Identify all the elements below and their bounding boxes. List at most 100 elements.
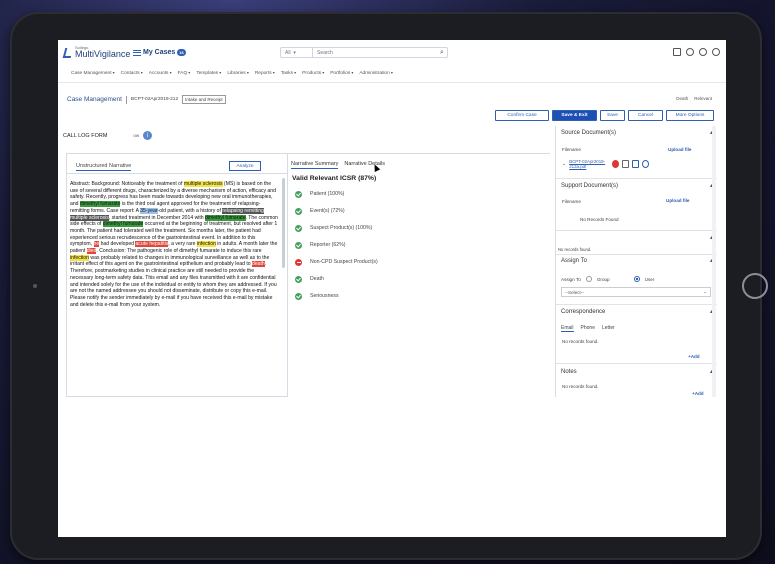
source-file-link[interactable]: BCPT-02Apr2019-212a.pdf (569, 159, 609, 169)
no-records-text: No records found. (562, 384, 599, 389)
no-records-text: No records found. (558, 247, 592, 252)
entity-highlight: dimethyl fumarate (102, 221, 144, 228)
case-status-badge: Intake and Receipt (182, 95, 226, 104)
narrative-summary-panel: Narrative Summary Narrative Details Vali… (288, 153, 550, 397)
correspondence-title[interactable]: Correspondence (561, 309, 605, 315)
tab-letter[interactable]: Letter (602, 325, 615, 332)
menu-portfolios[interactable]: Portfolios (330, 70, 353, 76)
check-circle-icon (295, 224, 302, 232)
assignee-select[interactable]: --Select-- ⌄ (561, 287, 711, 297)
more-options-button[interactable]: More Options (666, 110, 714, 121)
right-sidebar: Source Document(s) ▴ Filename Upload fil… (555, 126, 717, 397)
analyze-button[interactable]: Analyze (229, 161, 261, 171)
assign-to-label: Assign To (561, 276, 581, 282)
narrative-text[interactable]: Abstract: Background: Noticeably the tre… (70, 181, 278, 397)
source-file-row: ⌄ BCPT-02Apr2019-212a.pdf (562, 159, 650, 169)
delete-icon[interactable] (612, 160, 620, 168)
header-divider (58, 82, 726, 83)
relevant-flag: Relevant (694, 96, 712, 101)
menu-accounts[interactable]: Accounts (149, 70, 172, 76)
chevron-down-icon: ⌄ (703, 289, 707, 294)
breadcrumb: Case Management BCPT-02Apr2019-212 Intak… (67, 95, 226, 104)
no-records-text: No records found. (562, 339, 599, 344)
menu-products[interactable]: Products (302, 70, 324, 76)
tablet-screen: Sollego MultiVigilance My Cases 16 All ▾… (58, 40, 726, 537)
narrative-scrollbar[interactable] (282, 178, 285, 268)
tab-unstructured-narrative[interactable]: Unstructured Narrative (76, 163, 132, 171)
breadcrumb-title[interactable]: Case Management (67, 96, 122, 103)
my-cases-button[interactable]: My Cases 16 (133, 49, 186, 56)
entity-highlight: dimethyl fumarate (79, 201, 121, 208)
entity-highlight: infection (70, 254, 89, 261)
tab-email[interactable]: Email (561, 325, 574, 332)
lock-icon[interactable] (632, 160, 640, 168)
gear-icon[interactable] (686, 48, 694, 56)
entity-highlight: dimethyl fumarate (205, 214, 246, 221)
search-icon[interactable]: ⌕ (437, 49, 447, 57)
confirm-case-button[interactable]: Confirm Case (495, 110, 549, 121)
save-button[interactable]: Save (600, 110, 625, 121)
search-input[interactable] (313, 49, 437, 56)
info-icon[interactable]: i (143, 131, 153, 140)
tab-phone[interactable]: Phone (581, 325, 595, 332)
menu-reports[interactable]: Reports (255, 70, 275, 76)
help-icon[interactable] (699, 48, 707, 56)
chevron-down-icon[interactable]: ⌄ (562, 161, 566, 167)
my-cases-count: 16 (177, 49, 186, 56)
notes-title[interactable]: Notes (561, 369, 577, 375)
upload-file-link[interactable]: Upload file (666, 198, 689, 203)
criteria-item: Death (295, 275, 378, 283)
group-radio[interactable] (585, 276, 592, 282)
no-records-text: No Records Found (580, 217, 619, 222)
check-circle-icon (295, 190, 302, 198)
criteria-item: Patient (100%) (295, 190, 378, 198)
add-correspondence-button[interactable]: +Add (688, 354, 700, 359)
cancel-button[interactable]: Cancel (628, 110, 663, 121)
criteria-item: Reporter (62%) (295, 241, 378, 249)
logo-name: MultiVigilance (75, 49, 131, 59)
support-documents-title[interactable]: Support Document(s) (561, 183, 618, 189)
check-circle-icon (295, 275, 302, 283)
upload-file-link[interactable]: Upload file (668, 147, 691, 152)
search-scope-select[interactable]: All ▾ (281, 48, 313, 57)
home-icon[interactable] (673, 48, 681, 56)
compass-icon[interactable] (642, 160, 650, 168)
source-documents-title[interactable]: Source Document(s) (561, 130, 616, 136)
check-circle-icon (295, 292, 302, 300)
add-note-button[interactable]: +Add (692, 391, 704, 396)
action-toolbar: Confirm Case Save & Exit Save Cancel Mor… (495, 110, 714, 121)
document-icon[interactable] (622, 160, 630, 168)
menu-libraries[interactable]: Libraries (227, 70, 249, 76)
user-icon[interactable] (712, 48, 720, 56)
assign-to-title[interactable]: Assign To (561, 258, 587, 264)
menu-contacts[interactable]: Contacts (121, 70, 143, 76)
criteria-list: Patient (100%) Event(s) (72%) Suspect Pr… (295, 190, 378, 300)
error-circle-icon (295, 258, 302, 266)
app-header: Sollego MultiVigilance My Cases 16 All ▾… (58, 40, 726, 66)
menu-faq[interactable]: FAQ (178, 70, 191, 76)
check-circle-icon (295, 207, 302, 215)
menu-templates[interactable]: Templates (196, 70, 221, 76)
camera-dot (33, 284, 37, 288)
call-log-header: CALL LOG FORM ow i (63, 131, 153, 140)
user-radio[interactable] (633, 276, 640, 282)
menu-administration[interactable]: Administration (359, 70, 393, 76)
entity-highlight: death (251, 261, 265, 268)
entity-highlight: died (86, 248, 97, 255)
entity-highlight: 35-year (140, 207, 158, 214)
menu-case-management[interactable]: Case Management (71, 70, 115, 76)
assign-to-row: Assign To Group User (561, 276, 654, 282)
check-circle-icon (295, 241, 302, 249)
icsr-title: Valid Relevant ICSR (87%) (292, 175, 377, 182)
app-window: Sollego MultiVigilance My Cases 16 All ▾… (58, 40, 726, 397)
menu-tasks[interactable]: Tasks (281, 70, 296, 76)
right-scrollbar[interactable] (712, 126, 716, 397)
user-label: User (644, 276, 655, 282)
filename-header: Filename (562, 199, 581, 204)
app-logo[interactable]: Sollego MultiVigilance (62, 46, 131, 59)
criteria-item: Seriousness (295, 292, 378, 300)
home-button[interactable] (742, 273, 768, 299)
save-exit-button[interactable]: Save & Exit (552, 110, 597, 121)
tab-narrative-summary[interactable]: Narrative Summary (291, 161, 339, 169)
criteria-item: Event(s) (72%) (295, 207, 378, 215)
